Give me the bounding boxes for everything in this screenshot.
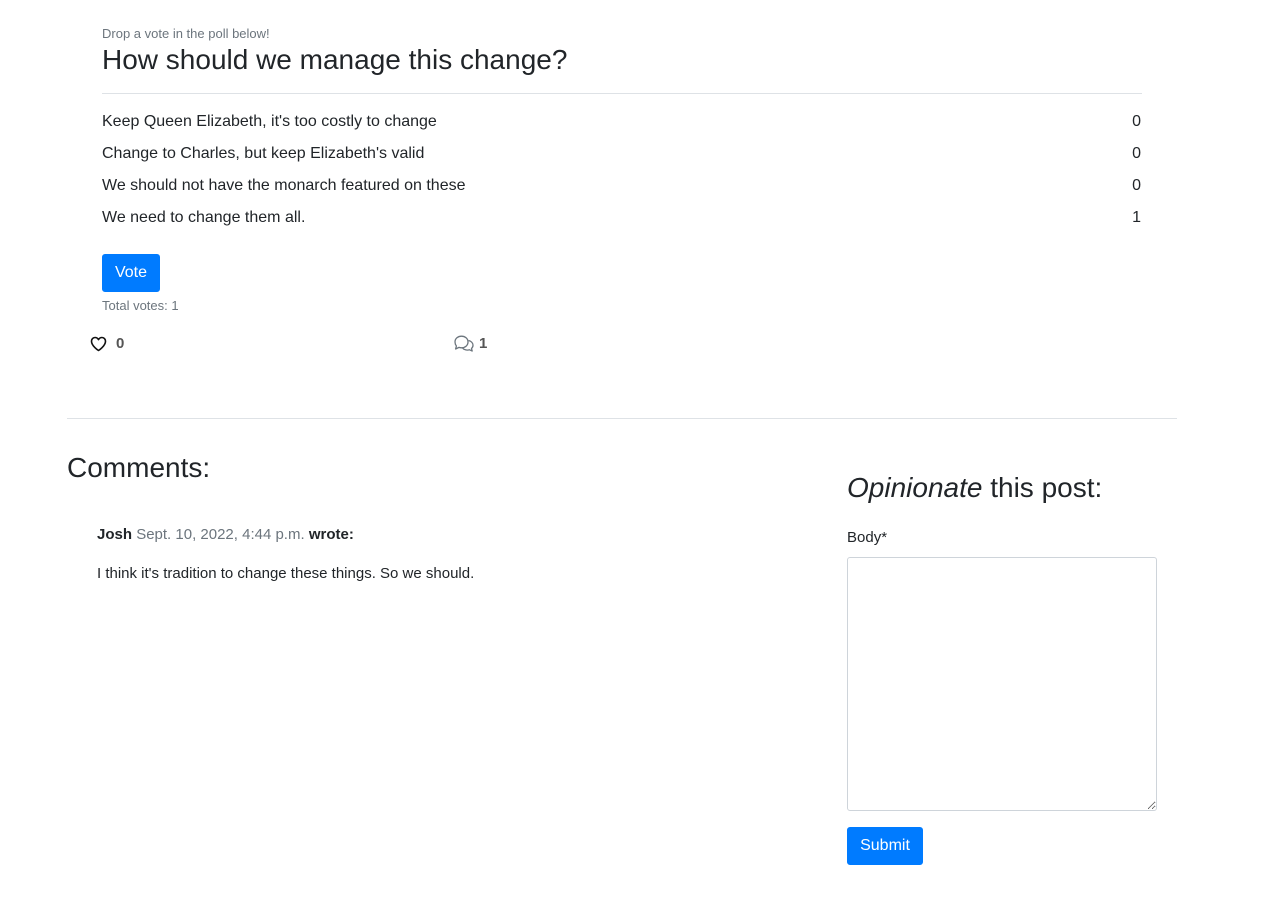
poll-option-votes: 1	[1132, 209, 1141, 226]
chat-bubbles-icon	[453, 334, 475, 352]
poll-options: Keep Queen Elizabeth, it's too costly to…	[102, 106, 1142, 234]
poll-option-votes: 0	[1132, 113, 1141, 130]
poll-option[interactable]: Change to Charles, but keep Elizabeth's …	[102, 138, 1142, 170]
total-votes: Total votes: 1	[102, 298, 179, 313]
like-button[interactable]: 0	[90, 335, 124, 352]
poll-option-label: We should not have the monarch featured …	[102, 177, 466, 194]
comment: Josh Sept. 10, 2022, 4:44 p.m. wrote: I …	[97, 525, 797, 582]
comments-heading: Comments:	[67, 452, 211, 483]
comments-count-value: 1	[479, 334, 488, 352]
total-votes-text: Total votes: 1	[102, 298, 179, 313]
poll-option-votes: 0	[1132, 145, 1141, 162]
likes-count: 0	[116, 335, 125, 352]
comment-wrote-label: wrote:	[308, 526, 354, 543]
poll-question: How should we manage this change?	[102, 44, 568, 75]
comments-counter: 1	[453, 334, 487, 352]
poll-option-label: Change to Charles, but keep Elizabeth's …	[102, 145, 425, 162]
poll-option[interactable]: Keep Queen Elizabeth, it's too costly to…	[102, 106, 1142, 138]
poll-divider	[102, 93, 1142, 94]
poll-option-votes: 0	[1132, 177, 1141, 194]
comment-body: I think it's tradition to change these t…	[97, 565, 475, 582]
vote-button[interactable]: Vote	[102, 254, 160, 292]
poll-option[interactable]: We should not have the monarch featured …	[102, 170, 1142, 202]
body-field-label: Body*	[847, 529, 888, 546]
post-detail-page: Drop a vote in the poll below! How shoul…	[0, 0, 1284, 899]
comment-form-heading-emphasis: Opinionate	[847, 472, 983, 503]
comment-author: Josh	[97, 526, 133, 543]
comment-form-heading-rest: this post:	[982, 472, 1103, 503]
poll-option-label: We need to change them all.	[102, 209, 306, 226]
comment-form-heading: Opinionate this post:	[847, 472, 1102, 504]
submit-button[interactable]: Submit	[847, 827, 923, 865]
comment-meta: Josh Sept. 10, 2022, 4:44 p.m. wrote:	[97, 525, 797, 545]
poll-option-label: Keep Queen Elizabeth, it's too costly to…	[102, 113, 437, 130]
poll-option[interactable]: We need to change them all. 1	[102, 202, 1142, 234]
poll-hint: Drop a vote in the poll below!	[102, 26, 270, 41]
heart-icon[interactable]	[90, 336, 107, 352]
section-divider	[67, 418, 1177, 419]
comment-date: Sept. 10, 2022, 4:44 p.m.	[136, 526, 305, 543]
body-field[interactable]	[847, 557, 1157, 811]
